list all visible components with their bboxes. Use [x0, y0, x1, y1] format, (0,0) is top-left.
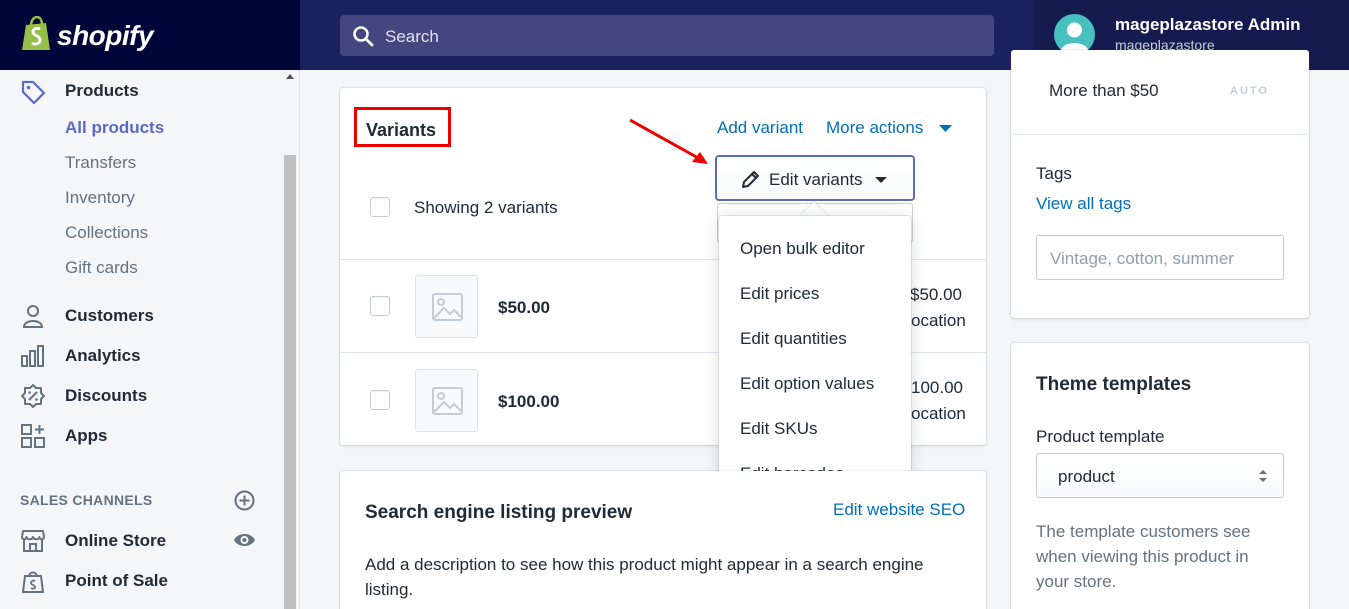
discounts-icon [21, 384, 45, 408]
variant-checkbox[interactable] [370, 390, 390, 410]
tag-icon [21, 80, 46, 105]
scrollbar-thumb[interactable] [284, 155, 296, 609]
online-store-icon [21, 530, 45, 552]
sidebar-item-online-store[interactable]: Online Store [65, 531, 166, 551]
variant-location: ocation [911, 311, 966, 330]
variants-title-highlight: Variants [354, 107, 451, 147]
search-input[interactable]: Search [340, 15, 994, 56]
analytics-icon [21, 345, 44, 367]
variant-price[interactable]: $100.00 [498, 392, 559, 412]
seo-description: Add a description to see how this produc… [365, 555, 924, 574]
menu-item-edit-quantities[interactable]: Edit quantities [740, 329, 847, 349]
variant-price[interactable]: $50.00 [498, 298, 550, 318]
menu-item-edit-option-values[interactable]: Edit option values [740, 374, 874, 394]
caret-down-icon [875, 177, 887, 183]
sidebar-item-products[interactable]: Products [65, 81, 139, 101]
sidebar-item-point-of-sale[interactable]: Point of Sale [65, 571, 168, 591]
select-all-checkbox[interactable] [370, 197, 390, 217]
menu-item-open-bulk-editor[interactable]: Open bulk editor [740, 239, 865, 259]
caret-down-icon [939, 125, 952, 132]
sidebar-item-discounts[interactable]: Discounts [65, 386, 147, 406]
sidebar-item-collections[interactable]: Collections [65, 223, 148, 243]
sidebar-item-transfers[interactable]: Transfers [65, 153, 136, 173]
template-value: product [1058, 467, 1115, 486]
edit-variants-dropdown: Open bulk editor Edit prices Edit quanti… [719, 216, 911, 506]
logo-text: shopify [57, 20, 154, 51]
image-placeholder-icon [432, 293, 463, 321]
sidebar-item-all-products[interactable]: All products [65, 118, 164, 138]
image-placeholder-icon [432, 387, 463, 415]
variant-thumbnail[interactable] [415, 369, 478, 432]
edit-variants-label: Edit variants [769, 170, 863, 189]
help-text-line: when viewing this product in [1036, 547, 1249, 566]
apps-icon [21, 424, 45, 448]
search-placeholder: Search [385, 27, 439, 46]
seo-card [340, 471, 986, 609]
seo-title: Search engine listing preview [365, 502, 633, 523]
sidebar-item-apps[interactable]: Apps [65, 426, 108, 446]
auto-badge: AUTO [1230, 85, 1269, 97]
price-rule-text: More than $50 [1049, 81, 1159, 100]
variant-location: ocation [911, 404, 966, 423]
variant-checkbox[interactable] [370, 296, 390, 316]
red-arrow-annotation [629, 118, 708, 164]
select-arrows-icon [1259, 470, 1267, 482]
help-text-line: your store. [1036, 572, 1117, 591]
search-icon [353, 26, 374, 47]
sidebar-item-customers[interactable]: Customers [65, 306, 154, 326]
showing-variants-text: Showing 2 variants [414, 198, 558, 217]
tags-input[interactable]: Vintage, cotton, summer [1036, 235, 1284, 280]
pencil-icon [742, 171, 759, 188]
edit-seo-link[interactable]: Edit website SEO [833, 500, 965, 520]
user-icon [1060, 22, 1089, 52]
product-template-select[interactable]: product [1036, 453, 1284, 498]
section-divider [1011, 134, 1309, 135]
help-text-line: The template customers see [1036, 522, 1251, 541]
sidebar-item-analytics[interactable]: Analytics [65, 346, 141, 366]
view-all-tags-link[interactable]: View all tags [1036, 194, 1131, 214]
variants-title: Variants [366, 120, 437, 140]
point-of-sale-icon [21, 571, 45, 593]
shopify-bag-icon [22, 16, 50, 50]
edit-variants-button[interactable]: Edit variants [715, 155, 915, 201]
seo-description-line2: listing. [365, 580, 414, 599]
theme-templates-title: Theme templates [1036, 374, 1192, 395]
menu-item-edit-skus[interactable]: Edit SKUs [740, 419, 817, 439]
menu-item-edit-prices[interactable]: Edit prices [740, 284, 819, 304]
sidebar-item-inventory[interactable]: Inventory [65, 188, 135, 208]
user-name: mageplazastore Admin [1115, 15, 1301, 34]
logo-area[interactable]: shopify [0, 0, 300, 70]
sales-channels-heading: SALES CHANNELS [20, 492, 153, 508]
variant-thumbnail[interactable] [415, 275, 478, 338]
tags-placeholder: Vintage, cotton, summer [1050, 249, 1234, 268]
tags-label: Tags [1036, 164, 1072, 183]
avatar [1054, 14, 1095, 55]
scroll-up-arrow[interactable] [286, 74, 294, 79]
eye-icon[interactable] [233, 531, 256, 549]
variant-right-price: 100.00 [911, 378, 963, 397]
add-channel-icon[interactable] [234, 490, 255, 511]
product-template-label: Product template [1036, 427, 1165, 446]
customers-icon [22, 305, 44, 328]
more-actions-link[interactable]: More actions [826, 118, 923, 138]
sidebar-item-gift-cards[interactable]: Gift cards [65, 258, 138, 278]
variant-right-price: $50.00 [910, 285, 962, 304]
add-variant-link[interactable]: Add variant [717, 118, 803, 138]
